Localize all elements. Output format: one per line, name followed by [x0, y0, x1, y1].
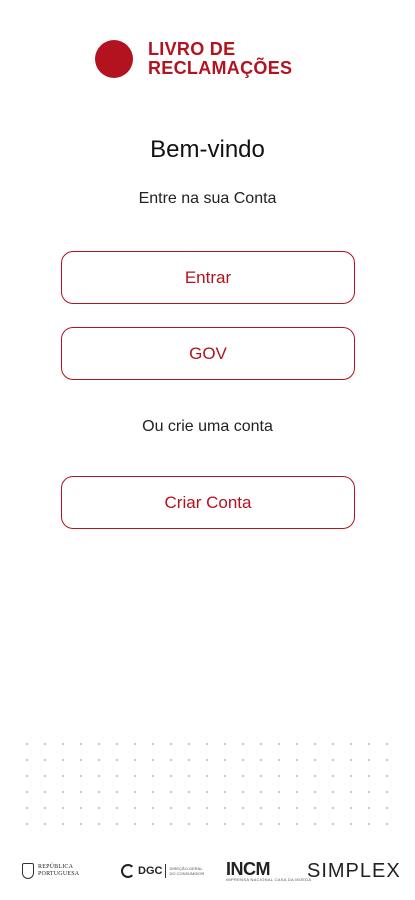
dgc-mark-icon	[121, 864, 135, 878]
simplex-logo: SIMPLEX	[307, 859, 401, 882]
incm-sub: IMPRENSA NACIONAL CASA DA MOEDA	[226, 876, 312, 882]
republica-line-1: REPÚBLICA	[38, 864, 74, 870]
welcome-title: Bem-vindo	[150, 136, 265, 163]
partner-logos-footer: REPÚBLICA PORTUGUESA DGC DIREÇÃO-GERAL D…	[0, 856, 415, 886]
incm-logo: INCM IMPRENSA NACIONAL CASA DA MOEDA	[226, 856, 311, 886]
create-account-button[interactable]: Criar Conta	[61, 476, 355, 529]
dot-pattern-decoration	[18, 736, 403, 836]
dgc-sub-2: DO CONSUMIDOR	[169, 871, 205, 876]
app-logo: LIVRO DE RECLAMAÇÕES	[95, 40, 292, 78]
logo-line-2: RECLAMAÇÕES	[148, 58, 293, 78]
login-subtitle: Entre na sua Conta	[138, 190, 277, 207]
dgc-separator	[165, 864, 167, 878]
create-account-prompt: Ou crie uma conta	[142, 418, 273, 435]
logo-line-1: LIVRO DE	[148, 39, 236, 59]
republica-portuguesa-logo: REPÚBLICA PORTUGUESA	[22, 856, 79, 886]
logo-text: LIVRO DE RECLAMAÇÕES	[148, 40, 292, 78]
incm-name: INCM	[226, 858, 271, 879]
dgc-logo: DGC DIREÇÃO-GERAL DO CONSUMIDOR	[121, 856, 204, 886]
shield-icon	[22, 863, 34, 879]
republica-line-2: PORTUGUESA	[38, 871, 80, 877]
gov-login-button[interactable]: GOV	[61, 327, 355, 380]
login-button[interactable]: Entrar	[61, 251, 355, 304]
dgc-name: DGC	[138, 865, 163, 877]
logo-dot-icon	[95, 40, 133, 78]
